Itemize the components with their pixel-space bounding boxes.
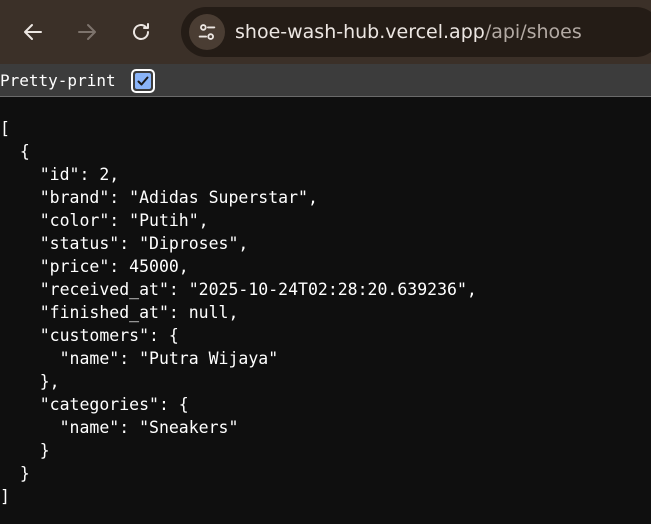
pretty-print-bar: Pretty-print bbox=[0, 64, 651, 97]
back-arrow-icon bbox=[24, 24, 42, 40]
checkbox-checked-fill bbox=[135, 73, 151, 89]
tune-icon bbox=[198, 24, 216, 40]
json-line: ] bbox=[0, 487, 10, 506]
json-line: "color": "Putih", bbox=[0, 211, 209, 230]
json-line: "name": "Putra Wijaya" bbox=[0, 349, 279, 368]
json-line: "name": "Sneakers" bbox=[0, 418, 239, 437]
json-line: "id": 2, bbox=[0, 165, 120, 184]
pretty-print-label: Pretty-print bbox=[0, 71, 116, 90]
json-line: "received_at": "2025-10-24T02:28:20.6392… bbox=[0, 280, 477, 299]
json-line: } bbox=[0, 464, 30, 483]
browser-toolbar: shoe-wash-hub.vercel.app/api/shoes bbox=[0, 0, 651, 64]
forward-arrow-icon bbox=[78, 24, 96, 40]
back-button[interactable] bbox=[15, 14, 51, 50]
url-path: /api/shoes bbox=[484, 21, 582, 43]
json-line: "brand": "Adidas Superstar", bbox=[0, 188, 318, 207]
json-line: "status": "Diproses", bbox=[0, 234, 249, 253]
forward-button[interactable] bbox=[69, 14, 105, 50]
checkmark-icon bbox=[137, 76, 149, 86]
json-line: "price": 45000, bbox=[0, 257, 189, 276]
pretty-print-checkbox[interactable] bbox=[131, 69, 155, 93]
reload-button[interactable] bbox=[123, 14, 159, 50]
site-info-button[interactable] bbox=[189, 14, 225, 50]
json-line: }, bbox=[0, 372, 60, 391]
json-line: { bbox=[0, 142, 30, 161]
json-line: [ bbox=[0, 119, 10, 138]
address-bar[interactable]: shoe-wash-hub.vercel.app/api/shoes bbox=[181, 7, 651, 57]
url-host: shoe-wash-hub.vercel.app bbox=[235, 21, 485, 43]
json-line: } bbox=[0, 441, 50, 460]
json-line: "categories": { bbox=[0, 395, 189, 414]
json-line: "customers": { bbox=[0, 326, 179, 345]
json-response: [ { "id": 2, "brand": "Adidas Superstar"… bbox=[0, 117, 477, 508]
json-line: "finished_at": null, bbox=[0, 303, 239, 322]
url-text[interactable]: shoe-wash-hub.vercel.app/api/shoes bbox=[235, 20, 582, 44]
reload-icon bbox=[133, 23, 149, 40]
